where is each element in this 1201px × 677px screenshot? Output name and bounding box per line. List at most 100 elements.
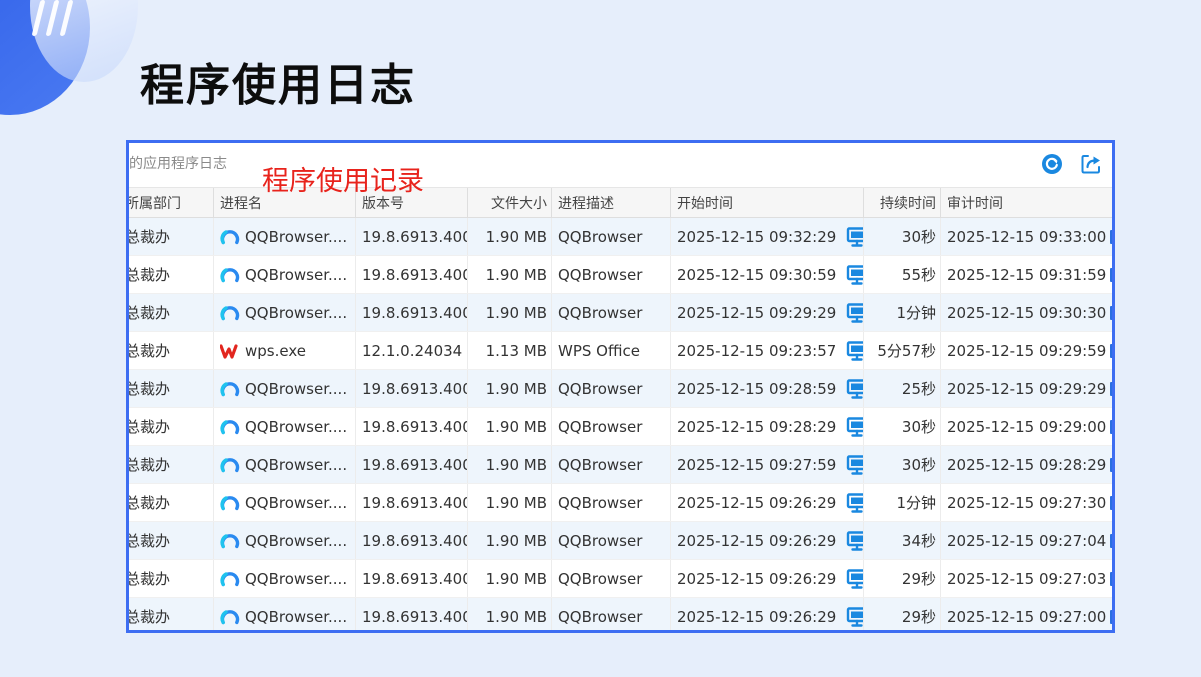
row-edge-marker xyxy=(1110,229,1112,244)
cell-duration: 30秒 xyxy=(864,408,941,445)
cell-dept: 总裁办 xyxy=(129,256,214,293)
table-row[interactable]: 总裁办 QQBrowser.... 19.8.6913.400 1.90 MB QQBr… xyxy=(129,256,1112,294)
cell-dept: 总裁办 xyxy=(129,446,214,483)
cell-desc: QQBrowser xyxy=(552,294,671,331)
cell-duration: 29秒 xyxy=(864,560,941,597)
table-row[interactable]: 总裁办 QQBrowser.... 19.8.6913.400 1.90 MB QQBr… xyxy=(129,408,1112,446)
refresh-icon[interactable] xyxy=(1040,152,1064,176)
cell-process: QQBrowser.... xyxy=(214,560,356,597)
cell-desc-text: QQBrowser xyxy=(558,569,643,588)
cell-duration: 55秒 xyxy=(864,256,941,293)
cell-start-text: 2025-12-15 09:23:57 xyxy=(677,341,837,360)
table-row[interactable]: 总裁办 QQBrowser.... 19.8.6913.400 1.90 MB QQBr… xyxy=(129,294,1112,332)
cell-process: QQBrowser.... xyxy=(214,446,356,483)
qqbrowser-icon xyxy=(220,455,240,475)
computer-icon[interactable] xyxy=(846,606,863,628)
annotation-label: 程序使用记录 xyxy=(262,166,424,197)
computer-icon[interactable] xyxy=(846,302,863,324)
cell-duration-text: 55秒 xyxy=(901,266,936,284)
cell-desc-text: QQBrowser xyxy=(558,607,643,626)
col-desc-header[interactable]: 进程描述 xyxy=(552,188,671,217)
cell-start: 2025-12-15 09:27:59 xyxy=(671,446,864,483)
cell-version-text: 12.1.0.24034 xyxy=(362,341,463,360)
row-edge-marker xyxy=(1110,305,1112,320)
cell-dept-text: 总裁办 xyxy=(126,380,171,398)
cell-process: QQBrowser.... xyxy=(214,256,356,293)
cell-version-text: 19.8.6913.400 xyxy=(362,265,468,284)
cell-audit-text: 2025-12-15 09:29:29 xyxy=(947,379,1107,398)
computer-icon[interactable] xyxy=(846,530,863,552)
cell-dept: 总裁办 xyxy=(129,294,214,331)
cell-size-text: 1.13 MB xyxy=(485,341,547,360)
col-dept-header[interactable]: 所属部门 xyxy=(129,188,214,217)
row-edge-marker xyxy=(1110,495,1112,510)
cell-desc: WPS Office xyxy=(552,332,671,369)
cell-audit: 2025-12-15 09:29:00 xyxy=(941,408,1112,445)
cell-process: QQBrowser.... xyxy=(214,370,356,407)
cell-size-text: 1.90 MB xyxy=(485,265,547,284)
cell-version: 19.8.6913.400 xyxy=(356,484,468,521)
table-row[interactable]: 总裁办 QQBrowser.... 19.8.6913.400 1.90 MB QQBr… xyxy=(129,446,1112,484)
cell-process: QQBrowser.... xyxy=(214,408,356,445)
export-icon[interactable] xyxy=(1079,152,1103,176)
cell-desc-text: QQBrowser xyxy=(558,493,643,512)
computer-icon[interactable] xyxy=(846,226,863,248)
search-input[interactable]: 的应用程序日志 xyxy=(129,153,227,173)
cell-desc: QQBrowser xyxy=(552,484,671,521)
qqbrowser-icon xyxy=(220,417,240,437)
computer-icon[interactable] xyxy=(846,454,863,476)
col-start-header[interactable]: 开始时间 xyxy=(671,188,864,217)
cell-size: 1.90 MB xyxy=(468,370,552,407)
cell-version: 19.8.6913.400 xyxy=(356,256,468,293)
cell-audit: 2025-12-15 09:27:30 xyxy=(941,484,1112,521)
table-row[interactable]: 总裁办 QQBrowser.... 19.8.6913.400 1.90 MB QQBr… xyxy=(129,560,1112,598)
cell-version-text: 19.8.6913.400 xyxy=(362,493,468,512)
row-edge-marker xyxy=(1110,419,1112,434)
computer-icon[interactable] xyxy=(846,568,863,590)
cell-process-text: QQBrowser.... xyxy=(245,417,348,436)
qqbrowser-icon xyxy=(220,265,240,285)
cell-size: 1.90 MB xyxy=(468,408,552,445)
cell-start-text: 2025-12-15 09:32:29 xyxy=(677,227,837,246)
cell-start: 2025-12-15 09:26:29 xyxy=(671,522,864,559)
computer-icon[interactable] xyxy=(846,492,863,514)
cell-dept-text: 总裁办 xyxy=(126,228,171,246)
cell-duration-text: 25秒 xyxy=(901,380,936,398)
cell-audit: 2025-12-15 09:30:30 xyxy=(941,294,1112,331)
cell-start-text: 2025-12-15 09:26:29 xyxy=(677,493,837,512)
qqbrowser-icon xyxy=(220,379,240,399)
row-edge-marker xyxy=(1110,457,1112,472)
table-row[interactable]: 总裁办 QQBrowser.... 19.8.6913.400 1.90 MB QQBr… xyxy=(126,218,1112,256)
col-audit-header[interactable]: 审计时间 xyxy=(941,188,1112,217)
computer-icon[interactable] xyxy=(846,264,863,286)
cell-process-text: wps.exe xyxy=(245,341,306,360)
cell-desc: QQBrowser xyxy=(552,522,671,559)
row-edge-marker xyxy=(1110,533,1112,548)
cell-dept: 总裁办 xyxy=(129,408,214,445)
log-panel: 的应用程序日志 程序使用记录 所属部门 进程名 版本号 文件大小 进程描述 开始时间 持续时… xyxy=(126,140,1115,633)
table-row[interactable]: 总裁办 QQBrowser.... 19.8.6913.400 1.90 MB QQBr… xyxy=(129,598,1112,630)
cell-process: QQBrowser.... xyxy=(214,522,356,559)
cell-audit: 2025-12-15 09:29:59 xyxy=(941,332,1112,369)
cell-process-text: QQBrowser.... xyxy=(245,531,348,550)
table-row[interactable]: 总裁办 wps.exe 12.1.0.24034 1.13 MB WPS Office 2… xyxy=(129,332,1112,370)
cell-version: 19.8.6913.400 xyxy=(356,446,468,483)
cell-start-text: 2025-12-15 09:28:59 xyxy=(677,379,837,398)
cell-version: 19.8.6913.400 xyxy=(356,294,468,331)
computer-icon[interactable] xyxy=(846,340,863,362)
cell-start-text: 2025-12-15 09:28:29 xyxy=(677,417,837,436)
table-row[interactable]: 总裁办 QQBrowser.... 19.8.6913.400 1.90 MB QQBr… xyxy=(126,370,1112,408)
computer-icon[interactable] xyxy=(846,416,863,438)
table-row[interactable]: 总裁办 QQBrowser.... 19.8.6913.400 1.90 MB QQBr… xyxy=(129,484,1112,522)
cell-audit: 2025-12-15 09:31:59 xyxy=(941,256,1112,293)
cell-version-text: 19.8.6913.400 xyxy=(362,569,468,588)
qqbrowser-icon xyxy=(220,227,240,247)
cell-size: 1.13 MB xyxy=(468,332,552,369)
col-size-header[interactable]: 文件大小 xyxy=(468,188,552,217)
cell-version-text: 19.8.6913.400 xyxy=(362,379,468,398)
cell-duration: 1分钟 xyxy=(864,294,941,331)
col-duration-header[interactable]: 持续时间 xyxy=(864,188,941,217)
table-row[interactable]: 总裁办 QQBrowser.... 19.8.6913.400 1.90 MB QQBr… xyxy=(129,522,1112,560)
computer-icon[interactable] xyxy=(846,378,863,400)
cell-version: 19.8.6913.400 xyxy=(356,370,468,407)
